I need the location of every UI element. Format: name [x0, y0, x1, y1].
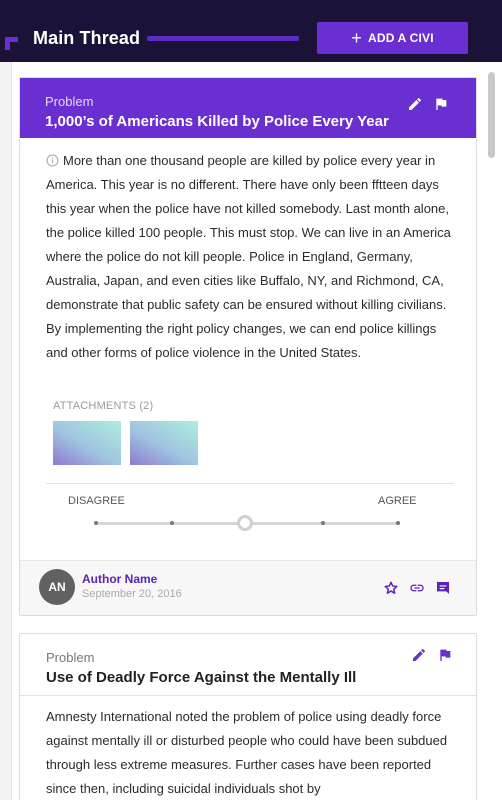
civi-card: Problem Use of Deadly Force Against the …	[19, 633, 477, 800]
civi-card-footer: AN Author Name September 20, 2016	[20, 560, 476, 615]
slider-handle[interactable]	[237, 515, 253, 531]
civi-type: Problem	[45, 94, 94, 109]
plus-icon: +	[351, 28, 362, 48]
app-header: Main Thread + ADD A CIVI	[0, 0, 502, 62]
civi-body-text: More than one thousand people are killed…	[46, 153, 451, 360]
add-civi-label: ADD A CIVI	[367, 31, 434, 45]
civi-title: 1,000’s of Americans Killed by Police Ev…	[45, 113, 389, 130]
civi-body-text: Amnesty International noted the problem …	[46, 709, 448, 796]
scrollbar-thumb[interactable]	[488, 72, 495, 158]
left-gutter	[0, 62, 12, 800]
disagree-label: DISAGREE	[68, 495, 125, 507]
attachment-thumbnail[interactable]	[130, 421, 198, 465]
attachments-label: ATTACHMENTS (2)	[53, 400, 154, 412]
add-civi-button[interactable]: + ADD A CIVI	[317, 22, 468, 54]
info-icon	[46, 154, 59, 167]
post-date: September 20, 2016	[82, 588, 182, 600]
author-name-link[interactable]: Author Name	[82, 572, 157, 586]
attachment-thumbnail[interactable]	[53, 421, 121, 465]
star-icon[interactable]	[383, 580, 399, 596]
slider-tick	[396, 521, 400, 525]
agree-label: AGREE	[378, 495, 417, 507]
civi-card-header: Problem 1,000’s of Americans Killed by P…	[20, 78, 476, 138]
page-title: Main Thread	[33, 28, 141, 48]
civi-type: Problem	[46, 650, 95, 665]
divider	[46, 483, 454, 484]
edit-icon[interactable]	[407, 96, 423, 112]
civi-body: More than one thousand people are killed…	[46, 149, 456, 365]
avatar[interactable]: AN	[39, 569, 75, 605]
civi-title: Use of Deadly Force Against the Mentally…	[46, 669, 357, 686]
flag-icon[interactable]	[437, 647, 453, 663]
header-accent-line	[147, 36, 299, 41]
flag-icon[interactable]	[433, 96, 449, 112]
comment-icon[interactable]	[435, 580, 451, 596]
logo-mark	[5, 37, 18, 50]
civi-card: Problem 1,000’s of Americans Killed by P…	[19, 77, 477, 616]
edit-icon[interactable]	[411, 647, 427, 663]
slider-tick	[170, 521, 174, 525]
slider-tick	[94, 521, 98, 525]
divider	[20, 695, 476, 696]
link-icon[interactable]	[409, 580, 425, 596]
slider-tick	[321, 521, 325, 525]
